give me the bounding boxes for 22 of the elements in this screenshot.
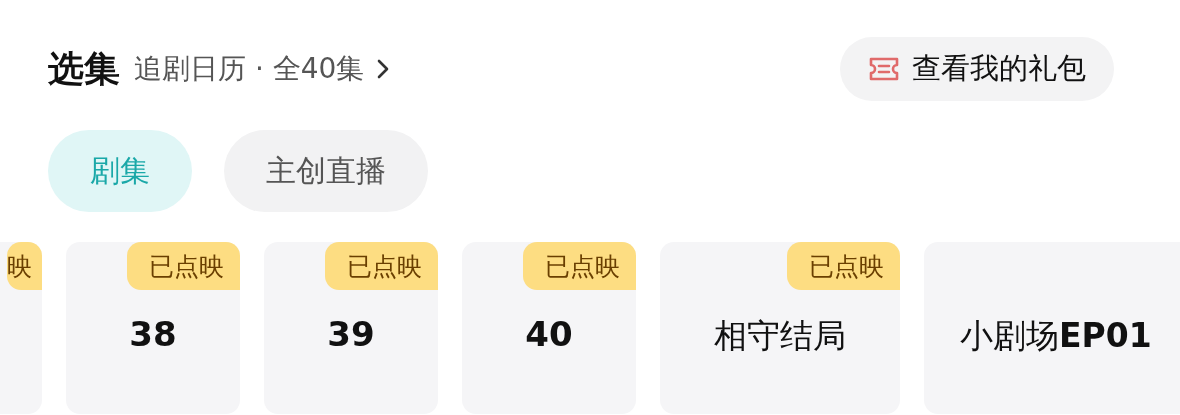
episode-number: 40: [525, 314, 573, 354]
episode-title: 小剧场EP01: [960, 315, 1152, 357]
chevron-right-icon: [376, 58, 391, 80]
screened-badge: 已点映: [787, 242, 900, 290]
episode-calendar-link[interactable]: 追剧日历 · 全40集: [134, 50, 365, 88]
episode-title: 相守结局: [714, 315, 846, 357]
ticket-icon: [868, 56, 900, 82]
episode-number: 38: [129, 314, 177, 354]
episode-card[interactable]: 已点映 38: [66, 242, 240, 414]
episode-card[interactable]: 已点映 39: [264, 242, 438, 414]
episode-number: 39: [327, 314, 375, 354]
episode-card[interactable]: 已点映 相守结局: [660, 242, 900, 414]
screened-badge: 已点映: [523, 242, 636, 290]
view-gifts-button[interactable]: 查看我的礼包: [840, 37, 1114, 101]
episode-card[interactable]: 小剧场EP01: [924, 242, 1180, 414]
episode-card[interactable]: 映: [0, 242, 42, 414]
section-title: 选集: [48, 46, 120, 91]
screened-badge: 映: [7, 242, 42, 290]
episode-card[interactable]: 已点映 40: [462, 242, 636, 414]
screened-badge: 已点映: [325, 242, 438, 290]
screened-badge: 已点映: [127, 242, 240, 290]
tab[interactable]: 主创直播: [224, 130, 428, 212]
